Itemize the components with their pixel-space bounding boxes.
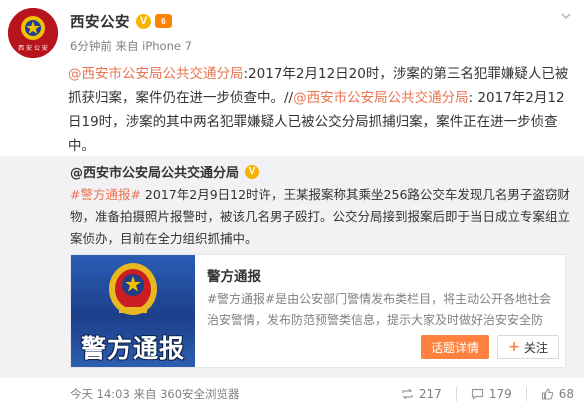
mention-link[interactable]: @西安市公安局公共交通分局 (293, 90, 469, 106)
verified-badge-icon: V (136, 13, 151, 29)
repost-footer: 今天 14:03 来自 360安全浏览器 217 179 68 (70, 382, 574, 405)
post-text: @西安市公安局公共交通分局:2017年2月12日20时，涉案的第三名犯罪嫌疑人已… (68, 62, 572, 158)
police-emblem-icon (109, 263, 157, 315)
avatar-label: 西 安 公 安 (18, 44, 48, 52)
level-badge-icon: 6 (155, 14, 172, 28)
topic-card-title[interactable]: 警方通报 (207, 265, 261, 285)
card-image-caption: 警方通报 (80, 334, 185, 363)
repost-time-source: 今天 14:03 来自 360安全浏览器 (70, 387, 240, 401)
like-action[interactable]: 68 (541, 387, 574, 401)
chevron-down-icon[interactable] (560, 10, 572, 22)
reposted-content: @西安市公安局公共交通分局 V #警方通报# 2017年2月9日12时许，王某报… (0, 156, 584, 401)
comment-icon (471, 388, 483, 400)
repost-author-row: @西安市公安局公共交通分局 V (70, 162, 260, 181)
like-icon (541, 388, 553, 400)
repost-count: 217 (418, 387, 442, 401)
topic-card-description: #警方通报#是由公安部门警情发布类栏目，将主动公开各地社会治安警情，发布防范预警… (207, 289, 553, 331)
repost-text: #警方通报# 2017年2月9日12时许，王某报案称其乘坐256路公交车发现几名… (70, 184, 574, 250)
repost-actions: 217 179 68 (387, 387, 574, 401)
repost-icon (402, 388, 413, 400)
plus-icon: + (508, 339, 520, 355)
comment-count: 179 (488, 387, 512, 401)
card-tag: #警方通报# (207, 292, 276, 306)
topic-card[interactable]: 警方通报 警方通报 #警方通报#是由公安部门警情发布类栏目，将主动公开各地社会治… (70, 254, 566, 368)
comment-action[interactable]: 179 (471, 387, 512, 401)
repost-author-link[interactable]: @西安市公安局公共交通分局 (70, 162, 239, 181)
police-badge-icon: 西 安 公 安 (8, 8, 58, 58)
divider (525, 387, 527, 401)
repost-action[interactable]: 217 (401, 387, 442, 401)
verified-badge-icon: V (245, 164, 260, 179)
repost-text-body: 2017年2月9日12时许，王某报案称其乘坐256路公交车发现几名男子盗窃财物，… (70, 187, 571, 246)
follow-label: 关注 (523, 340, 548, 355)
topic-detail-button[interactable]: 话题详情 (421, 335, 489, 359)
weibo-post: 西 安 公 安 西安公安 V 6 6分钟前 来自 iPhone 7 @西安市公安… (0, 0, 584, 405)
avatar[interactable]: 西 安 公 安 (8, 8, 58, 58)
author-name[interactable]: 西安公安 (70, 11, 130, 32)
like-count: 68 (558, 387, 574, 401)
topic-card-image[interactable]: 警方通报 (71, 255, 195, 367)
topic-tag-link[interactable]: #警方通报# (70, 187, 141, 202)
post-meta: 6分钟前 来自 iPhone 7 (70, 39, 192, 53)
mention-link[interactable]: @西安市公安局公共交通分局 (68, 66, 244, 82)
divider (455, 387, 457, 401)
author-row: 西安公安 V 6 (70, 10, 172, 32)
follow-button[interactable]: + 关注 (497, 335, 559, 359)
